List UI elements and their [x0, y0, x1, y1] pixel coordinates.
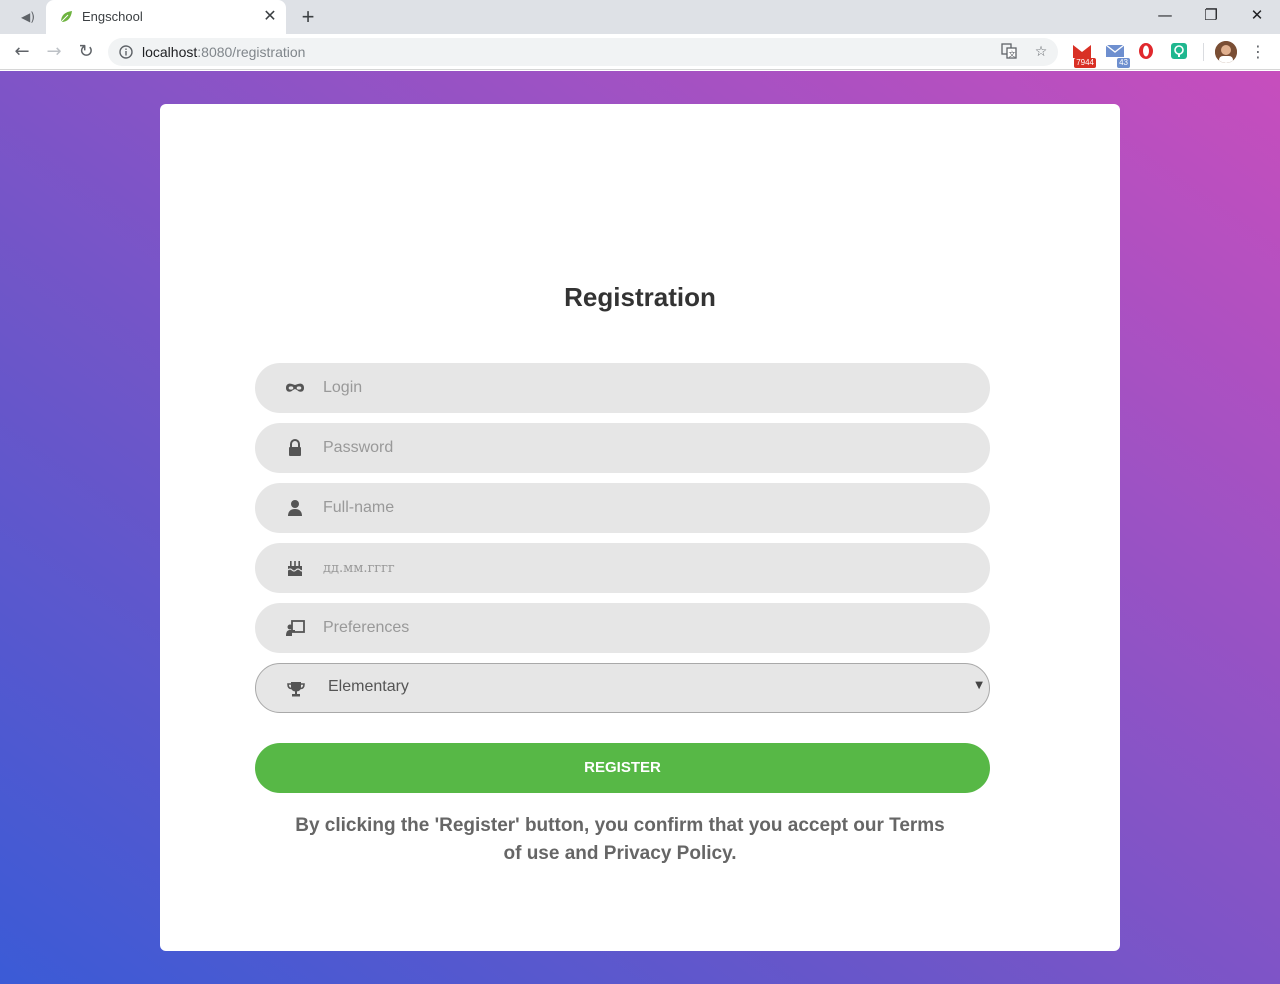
birthdate-input[interactable]	[323, 543, 963, 593]
window-close-icon[interactable]: ✕	[1234, 0, 1280, 30]
cake-icon	[287, 561, 303, 576]
leaf-favicon-icon	[60, 11, 72, 23]
form-title: Registration	[564, 282, 716, 312]
login-input[interactable]	[323, 363, 963, 413]
chevron-down-icon: ▼	[975, 680, 983, 691]
preferences-field[interactable]	[255, 603, 990, 653]
menu-dots-icon[interactable]: ⋮	[1248, 40, 1268, 64]
mask-icon	[286, 383, 304, 392]
browser-tab[interactable]: Engschool ✕	[46, 0, 286, 34]
password-input[interactable]	[323, 423, 963, 473]
mail-badge: 43	[1117, 58, 1130, 68]
page-background: Registration Login Full-name дд.мм.гггг …	[0, 71, 1280, 984]
restore-icon[interactable]: ❐	[1188, 0, 1234, 30]
registration-card: Registration Login Full-name дд.мм.гггг …	[160, 104, 1120, 951]
url-host: localhost	[142, 44, 198, 60]
plus-icon[interactable]: +	[296, 5, 320, 29]
minimize-icon[interactable]: —	[1142, 0, 1188, 30]
url-path: :8080/registration	[197, 44, 306, 60]
back-arrow-icon[interactable]: ←	[8, 38, 36, 66]
translate-icon[interactable]: 文	[1000, 43, 1018, 61]
browser-tab-strip: ◀︎) Engschool ✕ + — ❐ ✕	[0, 0, 1280, 34]
star-icon[interactable]: ☆	[1032, 43, 1050, 61]
level-select-value: Elementary	[328, 678, 409, 695]
level-select[interactable]: Elementary ▼	[255, 663, 990, 713]
login-field[interactable]	[255, 363, 990, 413]
url-text[interactable]: localhost:8080/registration	[142, 44, 305, 60]
birthdate-field[interactable]	[255, 543, 990, 593]
fullname-field[interactable]	[255, 483, 990, 533]
extension-icon[interactable]	[1170, 42, 1192, 64]
trophy-icon	[287, 682, 305, 697]
toolbar-divider	[1203, 43, 1204, 61]
fullname-input[interactable]	[323, 483, 963, 533]
reload-icon[interactable]: ↻	[72, 38, 100, 66]
close-icon[interactable]: ✕	[260, 6, 280, 26]
chalkboard-icon	[286, 620, 305, 636]
register-button[interactable]: REGISTER	[255, 743, 990, 793]
preferences-input[interactable]	[323, 603, 963, 653]
password-field[interactable]	[255, 423, 990, 473]
info-icon[interactable]	[119, 45, 133, 59]
browser-toolbar: ← → ↻ localhost:8080/registration 文 ☆ 79…	[0, 34, 1280, 70]
mail-icon[interactable]: 43	[1105, 42, 1130, 68]
address-bar[interactable]: localhost:8080/registration 文 ☆	[108, 38, 1058, 66]
terms-notice: By clicking the 'Register' button, you c…	[295, 815, 945, 864]
svg-text:文: 文	[1009, 50, 1016, 59]
user-icon	[288, 500, 302, 516]
gmail-badge: 7944	[1074, 58, 1096, 68]
avatar[interactable]	[1215, 41, 1237, 63]
gmail-icon[interactable]: 7944	[1071, 42, 1096, 68]
lock-icon	[289, 439, 301, 456]
speaker-icon[interactable]: ◀︎)	[18, 9, 38, 25]
forward-arrow-icon[interactable]: →	[40, 38, 68, 66]
tab-title: Engschool	[82, 9, 143, 24]
opera-icon[interactable]	[1137, 42, 1159, 64]
